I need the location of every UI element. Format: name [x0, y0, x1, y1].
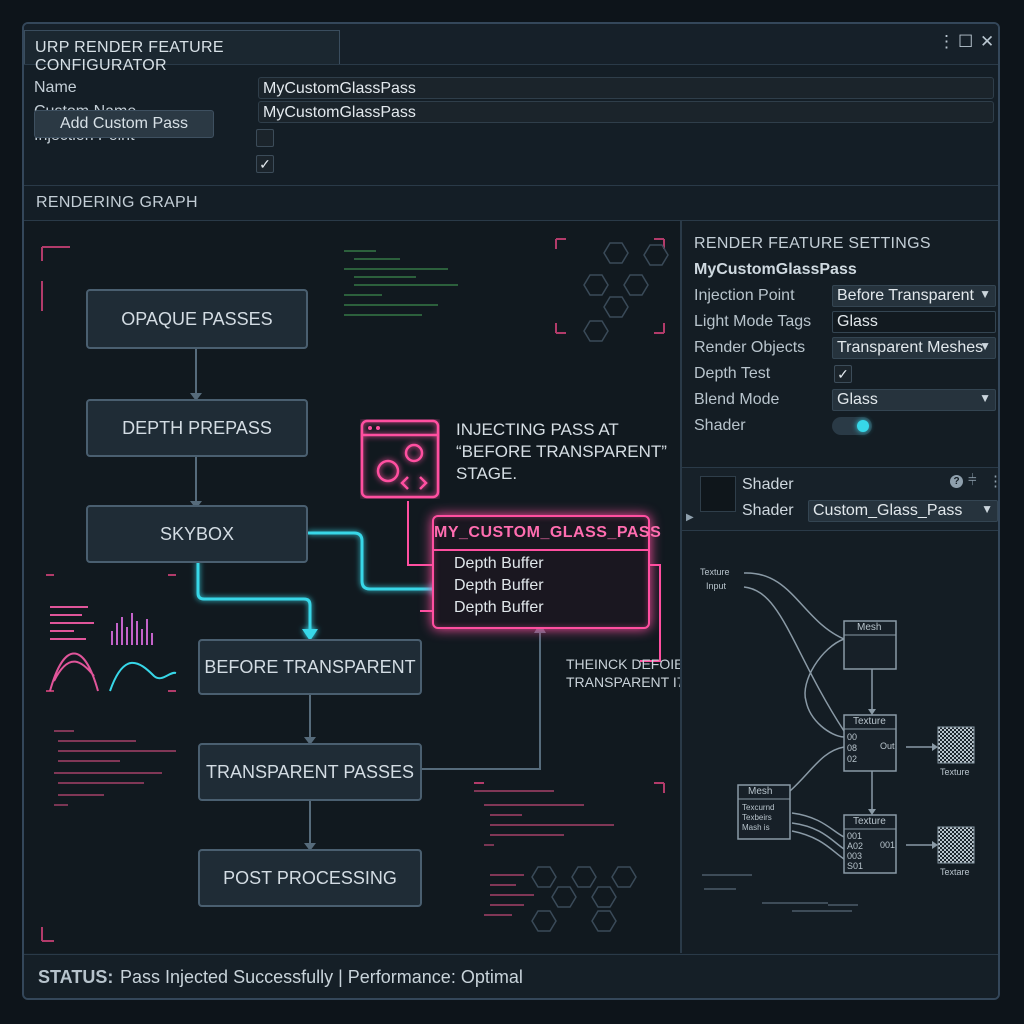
custom-pass-input-3[interactable]: Depth Buffer [454, 599, 544, 617]
render-objects-dropdown[interactable]: Transparent Meshes ▼ [832, 337, 996, 359]
texture2-port: 001 [847, 831, 863, 841]
texture1-port: 02 [847, 754, 858, 764]
injection-point-checkbox[interactable] [256, 129, 274, 147]
render-objects-label: Render Objects [694, 339, 806, 356]
mesh2-port: Mash is [742, 823, 770, 832]
node-custom-glass-pass[interactable]: MY_CUSTOM_GLASS_PASS Depth Buffer Depth … [432, 515, 661, 629]
texture1-preview-label: Texture [940, 767, 970, 777]
node-before-transparent[interactable]: BEFORE TRANSPARENT [198, 639, 422, 695]
input-texture-label: Texture [700, 567, 730, 577]
injection-callout: INJECTING PASS AT “BEFORE TRANSPARENT” S… [456, 419, 667, 485]
render-feature-settings-panel: RENDER FEATURE SETTINGS MyCustomGlassPas… [680, 221, 998, 953]
decor-charts [49, 606, 177, 692]
node-transparent-passes[interactable]: TRANSPARENT PASSES [198, 743, 422, 801]
more-vertical-icon[interactable]: ⋮ [988, 472, 998, 490]
mesh2-port: Texbeirs [742, 813, 772, 822]
decor-code-lines [344, 250, 458, 316]
callout-line-3: STAGE. [456, 464, 518, 483]
toggle-knob [857, 420, 869, 432]
rendering-graph-header: RENDERING GRAPH [24, 186, 998, 221]
injection-point-value: Before Transparent [837, 287, 974, 304]
add-pass-checkbox[interactable]: ✓ [256, 155, 274, 173]
node-post-processing[interactable]: POST PROCESSING [198, 849, 422, 907]
name-label: Name [34, 79, 77, 96]
texture2-port: A02 [847, 841, 864, 851]
status-bar: STATUS: Pass Injected Successfully | Per… [24, 954, 998, 998]
shader-dropdown[interactable]: Custom_Glass_Pass ▼ [808, 500, 998, 522]
title-bar: URP RENDER FEATURE CONFIGURATOR ⋮ ☐ ✕ [24, 24, 998, 74]
rendering-graph: OPAQUE PASSES DEPTH PREPASS SKYBOX BEFOR… [24, 221, 811, 953]
add-custom-pass-button[interactable]: Add Custom Pass [34, 110, 214, 138]
light-mode-tags-field[interactable]: Glass [832, 311, 996, 333]
depth-test-label: Depth Test [694, 365, 771, 382]
sliders-icon[interactable]: ⫩ [968, 472, 977, 489]
chevron-down-icon: ▼ [979, 287, 991, 301]
settings-title: RENDER FEATURE SETTINGS [694, 235, 931, 252]
texture1-port: 00 [847, 732, 858, 742]
more-menu-icon[interactable]: ⋮ [938, 32, 955, 52]
texture2-preview-label: Textare [940, 867, 970, 877]
texture1-out: Out [880, 741, 895, 751]
custom-pass-input-2[interactable]: Depth Buffer [454, 577, 544, 595]
node-skybox[interactable]: SKYBOX [86, 505, 308, 563]
shader-toggle-label: Shader [694, 417, 746, 434]
shader-thumbnail [700, 476, 736, 512]
texture1-port: 08 [847, 743, 858, 753]
settings-injection-point-label: Injection Point [694, 287, 795, 304]
texture-node-1[interactable]: Texture [853, 716, 886, 727]
help-icon[interactable]: ? [950, 475, 963, 488]
name-field[interactable]: MyCustomGlassPass [258, 77, 994, 99]
callout-line-2: “BEFORE TRANSPARENT” [456, 442, 667, 461]
shader-subpanel: ▶ Shader ? ⫩ ⋮ Shader Custom_Glass_Pass ▼ [682, 467, 998, 531]
chevron-down-icon: ▼ [981, 502, 993, 516]
node-depth-prepass[interactable]: DEPTH PREPASS [86, 399, 308, 457]
status-message: Pass Injected Successfully | Performance… [120, 967, 523, 987]
shader-field-label: Shader [742, 502, 794, 519]
texture2-out: 001 [880, 840, 896, 850]
mesh2-port: Texcurnd [742, 803, 775, 812]
close-icon[interactable]: ✕ [980, 32, 994, 52]
decor-hexagons [583, 242, 669, 342]
status-label: STATUS: [38, 967, 114, 987]
blend-mode-label: Blend Mode [694, 391, 780, 408]
mesh-node-2[interactable]: Mesh [748, 786, 772, 797]
blend-mode-dropdown[interactable]: Glass ▼ [832, 389, 996, 411]
maximize-icon[interactable]: ☐ [958, 32, 973, 52]
injection-point-dropdown[interactable]: Before Transparent ▼ [832, 285, 996, 307]
window-title: URP RENDER FEATURE CONFIGURATOR [24, 30, 340, 74]
shader-panel-title: Shader [742, 476, 794, 493]
chevron-down-icon: ▼ [979, 391, 991, 405]
mesh-node-1[interactable]: Mesh [857, 622, 881, 633]
texture-node-2[interactable]: Texture [853, 816, 886, 827]
custom-pass-title: MY_CUSTOM_GLASS_PASS [434, 517, 661, 551]
callout-line-1: INJECTING PASS AT [456, 420, 619, 439]
custom-name-field[interactable]: MyCustomGlassPass [258, 101, 994, 123]
code-gear-icon [360, 419, 440, 499]
configurator-window: URP RENDER FEATURE CONFIGURATOR ⋮ ☐ ✕ Na… [22, 22, 1000, 1000]
settings-feature-name: MyCustomGlassPass [694, 261, 857, 278]
render-objects-value: Transparent Meshes [837, 339, 984, 356]
texture2-port: 003 [847, 851, 863, 861]
light-mode-tags-label: Light Mode Tags [694, 313, 812, 330]
chevron-down-icon: ▼ [979, 339, 991, 353]
shader-value: Custom_Glass_Pass [813, 502, 963, 519]
depth-test-checkbox[interactable]: ✓ [834, 365, 852, 383]
expand-arrow-icon[interactable]: ▶ [686, 512, 694, 523]
input-label: Input [706, 581, 727, 591]
shader-toggle[interactable] [832, 417, 872, 435]
texture2-port: S01 [847, 861, 864, 871]
rendering-graph-title: RENDERING GRAPH [36, 194, 198, 211]
shader-graph-labels: Texture Input Mesh Texture 00 08 02 Out … [682, 531, 998, 951]
blend-mode-value: Glass [837, 391, 878, 408]
node-opaque-passes[interactable]: OPAQUE PASSES [86, 289, 308, 349]
custom-pass-input-1[interactable]: Depth Buffer [454, 555, 544, 573]
